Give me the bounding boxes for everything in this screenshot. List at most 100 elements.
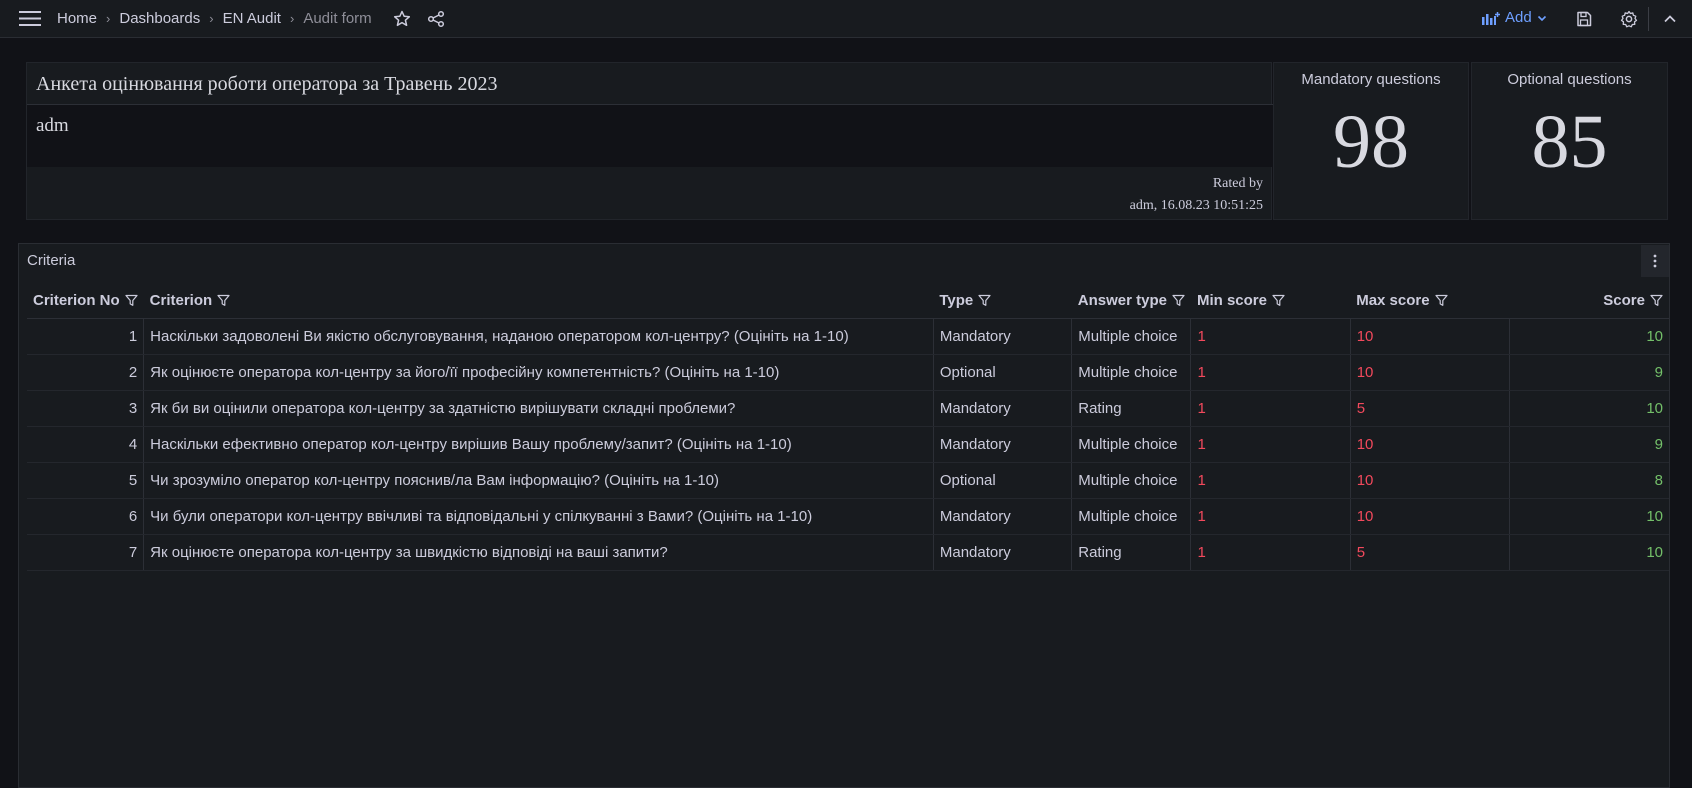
- cell-criterion: Наскільки ефективно оператор кол-центру …: [143, 426, 934, 463]
- column-label: Type: [939, 291, 974, 309]
- column-label: Answer type: [1077, 291, 1167, 309]
- cell-score: 10: [1509, 534, 1669, 571]
- chevron-down-icon: [1537, 15, 1546, 21]
- cell-no: 5: [27, 462, 145, 499]
- cell-max-score: 10: [1350, 354, 1511, 391]
- rated-by: Rated by adm, 16.08.23 10:51:25: [1130, 173, 1263, 217]
- cell-max-score: 10: [1350, 318, 1511, 355]
- mandatory-questions-stat: Mandatory questions 98: [1273, 62, 1469, 220]
- cell-answer-type: Rating: [1071, 534, 1192, 571]
- column-header-score[interactable]: Score: [1509, 282, 1669, 319]
- cell-no: 4: [27, 426, 145, 463]
- chevron-right-icon: ›: [209, 11, 214, 26]
- cell-score: 9: [1509, 354, 1669, 391]
- column-label: Min score: [1196, 291, 1267, 309]
- cell-type: Mandatory: [933, 390, 1073, 427]
- cell-max-score: 10: [1350, 426, 1511, 463]
- save-icon[interactable]: [1575, 10, 1593, 28]
- cell-type: Optional: [933, 462, 1073, 499]
- cell-min-score: 1: [1190, 390, 1351, 427]
- chevron-right-icon: ›: [289, 11, 295, 26]
- cell-no: 3: [27, 390, 145, 427]
- cell-answer-type: Multiple choice: [1071, 462, 1192, 499]
- table-row: 6 Чи були оператори кол-центру ввічливі …: [27, 498, 1669, 535]
- menu-icon[interactable]: [19, 10, 41, 27]
- filter-icon[interactable]: [1650, 294, 1663, 307]
- column-label: Criterion No: [33, 291, 120, 309]
- rated-by-label: Rated by: [1212, 176, 1263, 191]
- filter-icon[interactable]: [125, 294, 138, 307]
- cell-no: 7: [27, 534, 145, 571]
- cell-min-score: 1: [1190, 462, 1351, 499]
- cell-score: 8: [1509, 462, 1669, 499]
- criteria-panel: Criteria Criterion No Criterion Type Ans…: [18, 243, 1670, 788]
- add-button-label: Add: [1505, 9, 1532, 26]
- optional-questions-stat: Optional questions 85: [1471, 62, 1668, 220]
- table-row: 1 Наскільки задоволені Ви якістю обслуго…: [27, 318, 1669, 355]
- stat-label: Mandatory questions: [1301, 71, 1441, 88]
- star-icon[interactable]: [393, 10, 411, 28]
- column-header-type[interactable]: Type: [933, 282, 1072, 319]
- cell-no: 1: [27, 318, 145, 355]
- cell-min-score: 1: [1190, 354, 1351, 391]
- cell-type: Mandatory: [933, 534, 1073, 571]
- column-label: Score: [1603, 291, 1645, 309]
- stat-value: 85: [1531, 100, 1608, 184]
- cell-answer-type: Multiple choice: [1071, 426, 1192, 463]
- toolbar-divider: [1648, 7, 1649, 31]
- column-header-criterion[interactable]: Criterion: [143, 282, 934, 319]
- chevron-right-icon: ›: [106, 11, 111, 26]
- table-header-row: Criterion No Criterion Type Answer type …: [27, 282, 1669, 319]
- breadcrumb-home[interactable]: Home: [57, 10, 97, 27]
- add-panel-icon: [1482, 11, 1500, 25]
- cell-type: Mandatory: [933, 426, 1073, 463]
- breadcrumb-dashboards[interactable]: Dashboards: [119, 10, 200, 27]
- filter-icon[interactable]: [978, 294, 991, 307]
- cell-max-score: 10: [1350, 498, 1511, 535]
- column-header-min-score[interactable]: Min score: [1190, 282, 1351, 319]
- filter-icon[interactable]: [1272, 294, 1285, 307]
- cell-score: 9: [1509, 426, 1669, 463]
- cell-answer-type: Multiple choice: [1071, 318, 1192, 355]
- share-icon[interactable]: [427, 10, 445, 28]
- table-row: 4 Наскільки ефективно оператор кол-центр…: [27, 426, 1669, 463]
- cell-no: 2: [27, 354, 145, 391]
- table-row: 5 Чи зрозуміло оператор кол-центру поясн…: [27, 462, 1669, 499]
- cell-score: 10: [1509, 318, 1669, 355]
- panel-menu-button[interactable]: [1641, 245, 1669, 277]
- cell-criterion: Як оцінюєте оператора кол-центру за швид…: [143, 534, 934, 571]
- cell-criterion: Чи зрозуміло оператор кол-центру пояснив…: [143, 462, 934, 499]
- filter-icon[interactable]: [217, 294, 230, 307]
- user-name: adm: [36, 115, 69, 136]
- cell-min-score: 1: [1190, 498, 1351, 535]
- cell-answer-type: Multiple choice: [1071, 354, 1192, 391]
- column-label: Max score: [1356, 291, 1430, 309]
- filter-icon[interactable]: [1172, 294, 1185, 307]
- column-label: Criterion: [149, 291, 213, 309]
- cell-max-score: 5: [1350, 390, 1511, 427]
- cell-criterion: Наскільки задоволені Ви якістю обслугову…: [143, 318, 934, 355]
- cell-answer-type: Rating: [1071, 390, 1192, 427]
- table-row: 2 Як оцінюєте оператора кол-центру за йо…: [27, 354, 1669, 391]
- breadcrumb: Home › Dashboards › EN Audit › Audit for…: [57, 10, 372, 27]
- rated-by-value: adm, 16.08.23 10:51:25: [1129, 198, 1263, 213]
- stat-value: 98: [1333, 100, 1409, 184]
- cell-criterion: Чи були оператори кол-центру ввічливі та…: [143, 498, 934, 535]
- filter-icon[interactable]: [1434, 294, 1448, 307]
- column-header-answer-type[interactable]: Answer type: [1071, 282, 1191, 319]
- column-header-no[interactable]: Criterion No: [27, 282, 144, 319]
- chevron-up-icon[interactable]: [1661, 10, 1679, 28]
- form-title: Анкета оцінювання роботи оператора за Тр…: [36, 73, 498, 95]
- add-button[interactable]: Add: [1482, 9, 1553, 26]
- table-row: 3 Як би ви оцінили оператора кол-центру …: [27, 390, 1669, 427]
- cell-answer-type: Multiple choice: [1071, 498, 1192, 535]
- panel-title: Criteria: [27, 252, 76, 269]
- criteria-table: Criterion No Criterion Type Answer type …: [27, 282, 1669, 571]
- breadcrumb-folder[interactable]: EN Audit: [223, 10, 281, 27]
- table-row: 7 Як оцінюєте оператора кол-центру за шв…: [27, 534, 1669, 571]
- cell-type: Optional: [933, 354, 1073, 391]
- column-header-max-score[interactable]: Max score: [1350, 282, 1510, 319]
- gear-icon[interactable]: [1620, 10, 1638, 28]
- cell-criterion: Як би ви оцінили оператора кол-центру за…: [143, 390, 934, 427]
- more-vertical-icon: [1653, 254, 1657, 268]
